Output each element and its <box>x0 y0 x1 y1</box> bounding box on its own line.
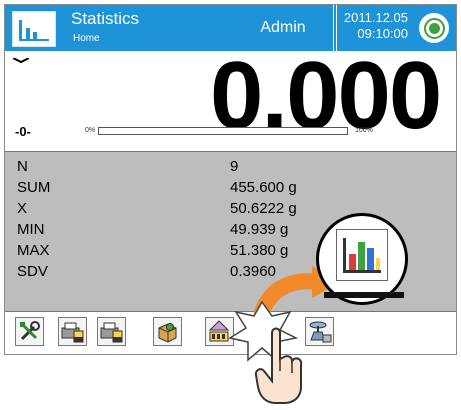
zero-indicator: -0- <box>15 124 31 139</box>
time-text: 09:10:00 <box>357 26 408 41</box>
stat-label: SUM <box>17 179 51 196</box>
weight-unit[interactable]: g <box>424 95 435 116</box>
date-time: 2011.12.05 09:10:00 <box>342 10 408 42</box>
user-name[interactable]: Admin <box>243 19 323 37</box>
stat-row: SDV 0.3960 <box>5 263 345 280</box>
stat-value: 9 <box>230 158 239 175</box>
tare-database-icon[interactable] <box>205 317 234 346</box>
stat-label: SDV <box>17 263 48 280</box>
bargraph-max-label: 100% <box>355 127 373 134</box>
stat-row: MIN 49.939 g <box>5 221 345 238</box>
stat-row: N 9 <box>5 158 345 175</box>
stat-value: 51.380 g <box>230 242 289 259</box>
terminal-screen: Statistics Home Admin 2011.12.05 09:10:0… <box>4 4 457 355</box>
date-text: 2011.12.05 <box>343 10 408 25</box>
statistics-bars-icon[interactable] <box>12 11 56 47</box>
stat-row: MAX 51.380 g <box>5 242 345 259</box>
magnifier-shadow <box>324 292 404 298</box>
print-report-icon[interactable] <box>58 317 87 346</box>
chart-icon-frame <box>336 229 388 281</box>
stat-row: X 50.6222 g <box>5 200 345 217</box>
bottom-toolbar <box>5 312 456 354</box>
stat-value: 49.939 g <box>230 221 289 238</box>
add-to-statistics-icon[interactable] <box>305 317 334 346</box>
stat-value: 455.600 g <box>230 179 297 196</box>
stat-value: 0.3960 <box>230 263 276 280</box>
stat-row: SUM 455.600 g <box>5 179 345 196</box>
stat-label: N <box>17 158 28 175</box>
stat-label: MIN <box>17 221 45 238</box>
stat-label: X <box>17 200 28 217</box>
status-dot <box>429 23 440 34</box>
settings-tools-icon[interactable] <box>15 317 44 346</box>
print-statistics-icon[interactable] <box>97 317 126 346</box>
breadcrumb[interactable]: Home <box>73 33 100 44</box>
stat-label: MAX <box>17 242 50 259</box>
stat-value: 50.6222 g <box>230 200 297 217</box>
bargraph-min-label: 0% <box>85 127 96 134</box>
stability-marker-icon <box>13 58 29 63</box>
product-database-icon[interactable] <box>153 317 182 346</box>
bargraph <box>98 127 348 135</box>
tap-hand-icon <box>254 327 303 404</box>
status-ok-icon[interactable] <box>419 13 449 43</box>
page-title: Statistics <box>71 9 140 28</box>
